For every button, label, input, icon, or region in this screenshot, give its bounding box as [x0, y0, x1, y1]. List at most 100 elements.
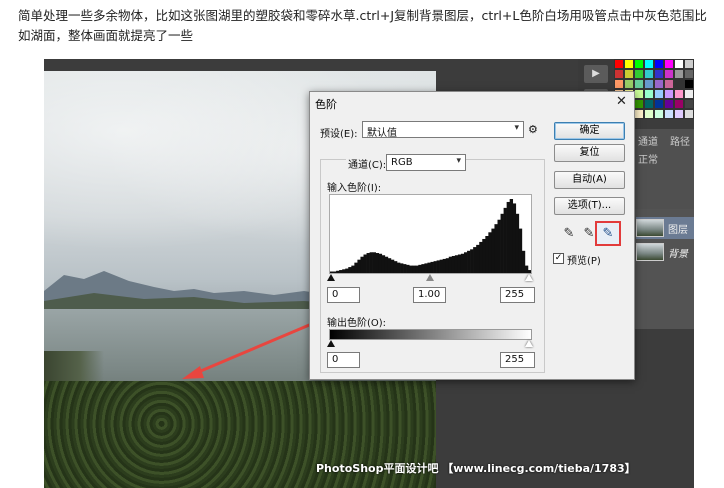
- histogram-bar: [336, 270, 340, 273]
- input-gamma-slider[interactable]: [426, 274, 434, 281]
- histogram-bar: [348, 267, 352, 273]
- output-gradient: [329, 329, 532, 340]
- histogram-bar: [457, 254, 462, 273]
- histogram-bar: [369, 252, 373, 273]
- histogram-bar: [448, 256, 453, 273]
- histogram-bar: [485, 236, 489, 273]
- histogram-bar: [476, 244, 480, 273]
- histogram-bar: [418, 264, 422, 273]
- histogram-bar: [433, 261, 437, 273]
- histogram-bar: [467, 250, 471, 273]
- auto-button[interactable]: 自动(A): [554, 171, 625, 189]
- histogram-bar: [333, 271, 337, 273]
- histogram-bar: [436, 260, 440, 273]
- input-black-field[interactable]: 0: [327, 287, 360, 303]
- output-black-slider[interactable]: [327, 340, 335, 347]
- histogram-bar: [460, 253, 465, 273]
- input-gamma-field[interactable]: 1.00: [413, 287, 446, 303]
- histogram-bar: [524, 265, 529, 273]
- input-white-field[interactable]: 255: [500, 287, 535, 303]
- preset-value: 默认值: [367, 128, 397, 139]
- histogram-bar: [345, 268, 349, 273]
- input-black-slider[interactable]: [327, 274, 335, 281]
- ok-button[interactable]: 确定: [554, 122, 625, 140]
- histogram-bar: [421, 264, 425, 273]
- histogram-bar: [351, 265, 355, 273]
- histogram-bar: [424, 263, 428, 273]
- histogram-bar: [506, 201, 510, 273]
- preset-label: 预设(E):: [320, 129, 358, 140]
- output-white-field[interactable]: 255: [500, 352, 535, 368]
- histogram-bar: [427, 262, 431, 273]
- histogram-bar: [342, 269, 346, 273]
- histogram-bar: [430, 261, 434, 273]
- output-black-field[interactable]: 0: [327, 352, 360, 368]
- histogram-bar: [527, 270, 532, 273]
- histogram-bar: [409, 265, 413, 273]
- histogram-bar: [494, 224, 498, 273]
- gear-icon[interactable]: ⚙: [528, 123, 538, 136]
- histogram-bar: [512, 203, 517, 273]
- histogram-bar: [488, 232, 492, 273]
- histogram-bar: [390, 259, 395, 273]
- levels-dialog: 色阶 ✕ 预设(E): 默认值 ▾ ⚙ 通道(C): RGB ▾ 输入色阶(I)…: [309, 91, 635, 380]
- histogram-bar: [470, 249, 474, 273]
- input-levels-label: 输入色阶(I):: [327, 183, 382, 194]
- preview-label: 预览(P): [567, 256, 601, 267]
- histogram-bar: [363, 254, 367, 273]
- histogram-bar: [473, 247, 477, 273]
- close-icon[interactable]: ✕: [616, 94, 627, 109]
- histogram-bar: [330, 271, 334, 273]
- histogram-bar: [381, 255, 386, 273]
- histogram-bar: [397, 262, 401, 273]
- histogram-bar: [360, 256, 364, 273]
- histogram-bar: [387, 258, 392, 273]
- reset-button[interactable]: 复位: [554, 144, 625, 162]
- black-eyedropper-icon[interactable]: ✎: [560, 225, 578, 243]
- histogram-bar: [479, 241, 483, 273]
- output-levels-label: 输出色阶(O):: [327, 318, 387, 329]
- histogram-bar: [415, 265, 419, 273]
- histogram-bar: [497, 219, 501, 273]
- options-button[interactable]: 选项(T)...: [554, 197, 625, 215]
- chevron-down-icon: ▾: [514, 123, 519, 133]
- histogram-bar: [339, 270, 343, 273]
- histogram: [329, 194, 532, 274]
- histogram-bar: [515, 213, 520, 273]
- dialog-title: 色阶: [315, 98, 337, 111]
- histogram-bar: [354, 262, 358, 273]
- channel-label: 通道(C):: [346, 156, 389, 171]
- histogram-bar: [464, 252, 468, 273]
- histogram-bar: [451, 255, 456, 273]
- histogram-bar: [403, 264, 407, 273]
- preview-checkbox[interactable]: ✓: [553, 253, 564, 264]
- histogram-bar: [375, 253, 380, 273]
- histogram-bar: [509, 199, 514, 273]
- preset-select[interactable]: 默认值 ▾: [362, 121, 524, 139]
- histogram-bar: [439, 259, 443, 273]
- channel-select[interactable]: RGB ▾: [386, 154, 466, 171]
- histogram-bar: [357, 259, 361, 273]
- white-eyedropper-icon[interactable]: ✎: [599, 225, 617, 243]
- histogram-bar: [500, 213, 504, 273]
- histogram-bar: [442, 258, 447, 273]
- histogram-bar: [521, 250, 526, 273]
- histogram-bar: [372, 252, 376, 273]
- histogram-bar: [393, 261, 398, 273]
- chevron-down-icon: ▾: [456, 156, 461, 166]
- input-white-slider[interactable]: [525, 274, 533, 281]
- histogram-bar: [491, 228, 495, 273]
- histogram-bar: [406, 264, 410, 273]
- output-white-slider[interactable]: [525, 340, 533, 347]
- histogram-bar: [454, 255, 459, 273]
- histogram-bar: [378, 253, 383, 273]
- histogram-bar: [412, 265, 416, 273]
- histogram-bar: [400, 263, 404, 273]
- histogram-bar: [503, 207, 507, 273]
- histogram-bar: [518, 228, 523, 273]
- histogram-bar: [384, 256, 389, 273]
- histogram-bar: [445, 258, 450, 273]
- histogram-bar: [482, 238, 486, 273]
- histogram-graph: [330, 199, 532, 273]
- histogram-bar: [366, 253, 370, 273]
